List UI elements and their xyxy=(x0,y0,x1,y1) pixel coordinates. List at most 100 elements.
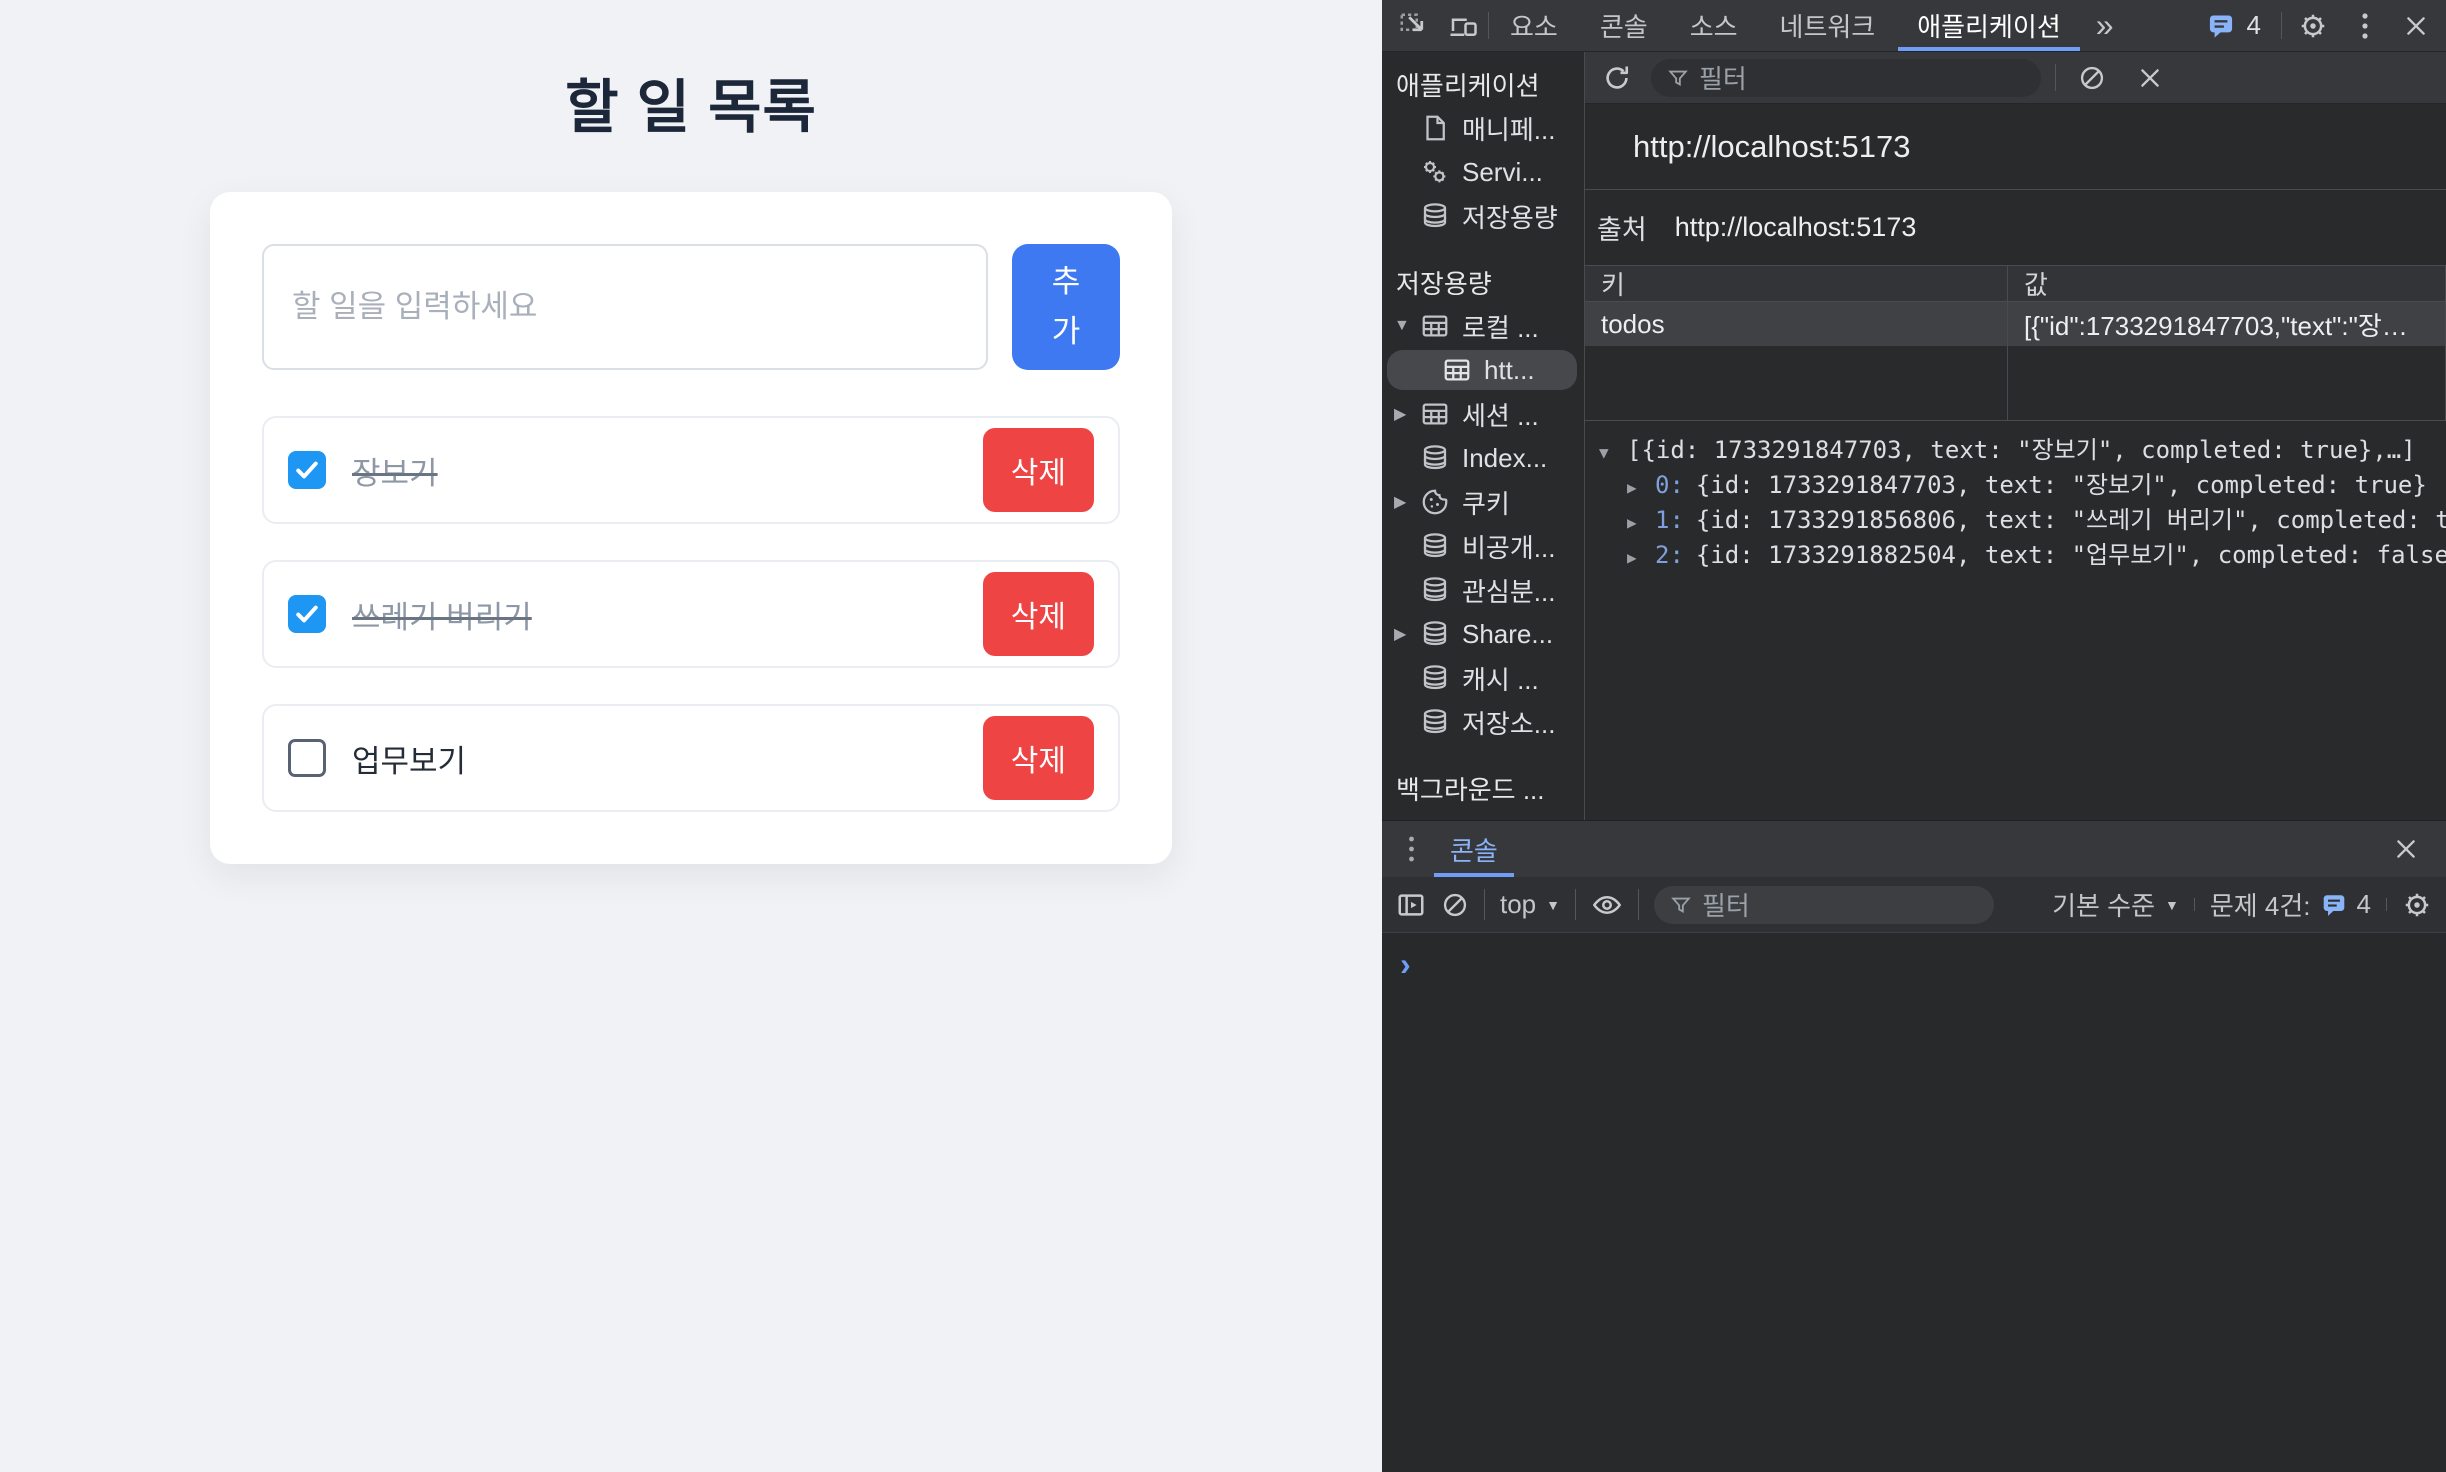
storage-table-header: 키 값 xyxy=(1585,266,2446,302)
sidebar-item-storage[interactable]: 저장용량 xyxy=(1382,194,1584,238)
sidebar-item-cache-storage[interactable]: 캐시 ... xyxy=(1382,656,1584,700)
storage-empty-rows xyxy=(1585,346,2446,420)
tab-sources[interactable]: 소스 xyxy=(1669,0,1759,51)
cookie-icon xyxy=(1420,487,1450,517)
todo-row: 쓰레기 버리기 삭제 xyxy=(262,560,1120,668)
application-panel: 애플리케이션 매니페... Servi... 저장용량 저장용량 xyxy=(1382,52,2446,820)
json-entry-line[interactable]: ▶ 2: {id: 1733291882504, text: "업무보기", c… xyxy=(1599,539,2446,574)
sidebar-item-local-storage[interactable]: ▼ 로컬 ... xyxy=(1382,304,1584,348)
inspect-element-icon[interactable] xyxy=(1388,0,1438,51)
close-devtools-icon[interactable] xyxy=(2392,0,2440,51)
chevron-right-icon[interactable]: ▶ xyxy=(1394,404,1420,424)
sidebar-item-service-workers[interactable]: Servi... xyxy=(1382,150,1584,194)
column-header-key[interactable]: 키 xyxy=(1585,266,2008,301)
tab-elements[interactable]: 요소 xyxy=(1489,0,1579,51)
todo-checkbox-unchecked[interactable] xyxy=(288,739,326,777)
tabbar-spacer xyxy=(2128,0,2193,51)
todo-app-pane: 할 일 목록 추가 장보기 삭제 쓰레기 버리기 xyxy=(0,0,1382,1472)
table-icon xyxy=(1442,355,1472,385)
chevron-right-icon[interactable]: ▶ xyxy=(1394,624,1420,644)
divider xyxy=(2194,898,2195,911)
todo-label: 쓰레기 버리기 xyxy=(352,592,532,637)
storage-key-cell[interactable]: todos xyxy=(1585,302,2008,346)
origin-label: 출처 xyxy=(1597,208,1647,247)
storage-url-header[interactable]: http://localhost:5173 xyxy=(1585,104,2446,190)
console-drawer: 콘솔 top ▼ xyxy=(1382,820,2446,1472)
divider xyxy=(2281,12,2282,39)
todo-label: 장보기 xyxy=(352,448,438,493)
issues-button[interactable]: 4 xyxy=(2193,0,2275,51)
check-icon xyxy=(293,456,321,484)
column-header-value[interactable]: 값 xyxy=(2008,266,2446,301)
clear-storage-icon[interactable] xyxy=(2070,64,2114,92)
todo-checkbox-checked[interactable] xyxy=(288,595,326,633)
delete-button[interactable]: 삭제 xyxy=(983,716,1094,800)
refresh-icon[interactable] xyxy=(1597,63,1637,93)
sidebar-item-session-storage[interactable]: ▶ 세션 ... xyxy=(1382,392,1584,436)
console-toolbar-right: 기본 수준 ▼ 문제 4건: 4 xyxy=(2052,886,2432,923)
sidebar-item-cookies[interactable]: ▶ 쿠키 xyxy=(1382,480,1584,524)
database-icon xyxy=(1420,663,1450,693)
triangle-right-icon[interactable]: ▶ xyxy=(1627,542,1655,574)
kebab-menu-icon[interactable] xyxy=(2344,0,2386,51)
tab-console[interactable]: 콘솔 xyxy=(1579,0,1669,51)
settings-gear-icon[interactable] xyxy=(2288,0,2338,51)
clear-console-icon[interactable] xyxy=(1441,891,1469,919)
chevron-right-icon[interactable]: ▶ xyxy=(1394,492,1420,512)
page-title: 할 일 목록 xyxy=(0,60,1382,144)
sidebar-item-manifest[interactable]: 매니페... xyxy=(1382,106,1584,150)
todo-list: 장보기 삭제 쓰레기 버리기 삭제 업무보기 삭제 xyxy=(262,416,1120,812)
add-button[interactable]: 추가 xyxy=(1012,244,1120,370)
check-icon xyxy=(293,600,321,628)
device-toolbar-icon[interactable] xyxy=(1438,0,1488,51)
close-drawer-icon[interactable] xyxy=(2382,836,2430,862)
execution-context-selector[interactable]: top ▼ xyxy=(1500,889,1560,920)
console-filter-input[interactable]: 필터 xyxy=(1654,886,1994,924)
json-root-line[interactable]: ▼ [{id: 1733291847703, text: "장보기", comp… xyxy=(1599,434,2446,469)
triangle-down-icon[interactable]: ▼ xyxy=(1599,437,1627,469)
storage-main-panel: 필터 http://localhost:5173 출처 http://local… xyxy=(1585,52,2446,820)
issues-counter[interactable]: 문제 4건: 4 xyxy=(2210,886,2371,923)
database-icon xyxy=(1420,201,1450,231)
service-worker-icon xyxy=(1420,157,1450,187)
tab-network[interactable]: 네트워크 xyxy=(1759,0,1897,51)
json-entry-line[interactable]: ▶ 0: {id: 1733291847703, text: "장보기", co… xyxy=(1599,469,2446,504)
triangle-right-icon[interactable]: ▶ xyxy=(1627,472,1655,504)
todo-card: 추가 장보기 삭제 쓰레기 버리기 삭제 xyxy=(210,192,1172,864)
chevron-down-icon: ▼ xyxy=(2165,897,2179,913)
sidebar-item-private-state-tokens[interactable]: 비공개... xyxy=(1382,524,1584,568)
json-entry-line[interactable]: ▶ 1: {id: 1733291856806, text: "쓰레기 버리기"… xyxy=(1599,504,2446,539)
sidebar-section-storage: 저장용량 xyxy=(1382,260,1584,304)
drawer-tab-console[interactable]: 콘솔 xyxy=(1434,821,1514,877)
tab-application[interactable]: 애플리케이션 xyxy=(1896,0,2082,51)
sidebar-item-storage-buckets[interactable]: 저장소... xyxy=(1382,700,1584,744)
todo-checkbox-checked[interactable] xyxy=(288,451,326,489)
storage-filter-input[interactable]: 필터 xyxy=(1651,59,2041,97)
database-icon xyxy=(1420,531,1450,561)
document-icon xyxy=(1420,113,1450,143)
console-prompt-area[interactable]: › xyxy=(1382,933,2446,1472)
triangle-right-icon[interactable]: ▶ xyxy=(1627,507,1655,539)
divider xyxy=(2386,898,2387,911)
devtools-tabbar: 요소 콘솔 소스 네트워크 애플리케이션 » 4 xyxy=(1382,0,2446,52)
chevron-down-icon[interactable]: ▼ xyxy=(1394,317,1420,335)
database-icon xyxy=(1420,575,1450,605)
todo-input[interactable] xyxy=(262,244,988,370)
live-expression-eye-icon[interactable] xyxy=(1591,889,1623,921)
more-tabs-chevron-icon[interactable]: » xyxy=(2082,0,2128,51)
console-settings-gear-icon[interactable] xyxy=(2402,890,2432,920)
sidebar-item-interest-groups[interactable]: 관심분... xyxy=(1382,568,1584,612)
sidebar-item-localhost-5173[interactable]: htt... xyxy=(1382,348,1584,392)
storage-value-cell[interactable]: [{"id":1733291847703,"text":"장… xyxy=(2008,302,2446,346)
sidebar-section-background-services: 백그라운드 ... xyxy=(1382,766,1584,810)
storage-row-todos[interactable]: todos [{"id":1733291847703,"text":"장… xyxy=(1585,302,2446,346)
drawer-kebab-menu-icon[interactable] xyxy=(1398,835,1424,863)
sidebar-item-indexeddb[interactable]: Index... xyxy=(1382,436,1584,480)
drawer-header: 콘솔 xyxy=(1382,821,2446,877)
close-panel-icon[interactable] xyxy=(2128,65,2172,91)
log-level-selector[interactable]: 기본 수준 ▼ xyxy=(2052,886,2179,923)
console-sidebar-toggle-icon[interactable] xyxy=(1396,890,1426,920)
delete-button[interactable]: 삭제 xyxy=(983,572,1094,656)
delete-button[interactable]: 삭제 xyxy=(983,428,1094,512)
sidebar-item-shared-storage[interactable]: ▶ Share... xyxy=(1382,612,1584,656)
